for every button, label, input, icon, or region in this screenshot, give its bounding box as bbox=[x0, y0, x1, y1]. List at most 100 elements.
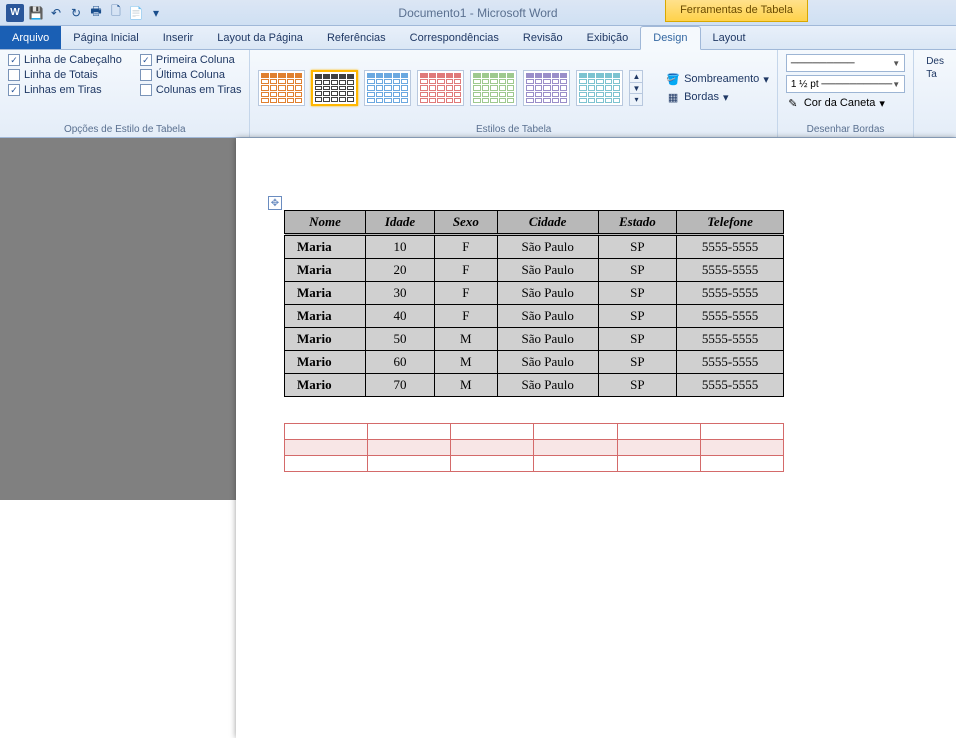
table-cell[interactable]: São Paulo bbox=[497, 374, 598, 397]
table-cell[interactable]: Mario bbox=[285, 351, 366, 374]
table-cell[interactable]: SP bbox=[598, 374, 676, 397]
shading-button[interactable]: 🪣Sombreamento ▾ bbox=[666, 72, 769, 86]
table-style-thumb-0[interactable] bbox=[258, 70, 305, 106]
table-cell[interactable] bbox=[368, 440, 451, 456]
table-cell[interactable]: 70 bbox=[366, 374, 435, 397]
table-cell[interactable]: SP bbox=[598, 259, 676, 282]
chk-total-row[interactable]: Linha de Totais bbox=[8, 69, 122, 81]
table-cell[interactable]: SP bbox=[598, 235, 676, 259]
table-row[interactable] bbox=[285, 440, 784, 456]
table-cell[interactable] bbox=[285, 424, 368, 440]
table-stub[interactable]: Ta bbox=[926, 69, 944, 80]
table-cell[interactable]: São Paulo bbox=[497, 328, 598, 351]
table-cell[interactable]: 30 bbox=[366, 282, 435, 305]
table-cell[interactable] bbox=[368, 456, 451, 472]
table-cell[interactable]: 40 bbox=[366, 305, 435, 328]
table-cell[interactable] bbox=[451, 424, 534, 440]
table-style-thumb-6[interactable] bbox=[576, 70, 623, 106]
table-header[interactable]: Idade bbox=[366, 211, 435, 235]
table-row[interactable] bbox=[285, 424, 784, 440]
table-header[interactable]: Cidade bbox=[497, 211, 598, 235]
table-cell[interactable] bbox=[285, 456, 368, 472]
table-cell[interactable]: Maria bbox=[285, 305, 366, 328]
empty-table[interactable] bbox=[284, 423, 784, 472]
table-cell[interactable] bbox=[700, 440, 783, 456]
table-cell[interactable]: M bbox=[435, 351, 498, 374]
borders-button[interactable]: ▦Bordas ▾ bbox=[666, 90, 769, 104]
table-row[interactable]: Mario70MSão PauloSP5555-5555 bbox=[285, 374, 784, 397]
table-row[interactable]: Mario60MSão PauloSP5555-5555 bbox=[285, 351, 784, 374]
table-cell[interactable]: São Paulo bbox=[497, 351, 598, 374]
tab-page-layout[interactable]: Layout da Página bbox=[205, 26, 315, 49]
tab-references[interactable]: Referências bbox=[315, 26, 398, 49]
table-cell[interactable]: 5555-5555 bbox=[677, 282, 784, 305]
table-cell[interactable]: SP bbox=[598, 282, 676, 305]
print-icon[interactable]: 🖶 bbox=[88, 5, 104, 21]
table-style-thumb-2[interactable] bbox=[364, 70, 411, 106]
tab-view[interactable]: Exibição bbox=[575, 26, 641, 49]
table-cell[interactable]: 5555-5555 bbox=[677, 374, 784, 397]
table-cell[interactable] bbox=[451, 440, 534, 456]
table-cell[interactable]: 20 bbox=[366, 259, 435, 282]
table-cell[interactable]: SP bbox=[598, 305, 676, 328]
table-cell[interactable]: SP bbox=[598, 351, 676, 374]
tab-design[interactable]: Design bbox=[640, 26, 700, 50]
table-cell[interactable]: Maria bbox=[285, 259, 366, 282]
table-cell[interactable]: 5555-5555 bbox=[677, 328, 784, 351]
table-cell[interactable] bbox=[617, 456, 700, 472]
chk-banded-rows[interactable]: ✓Linhas em Tiras bbox=[8, 84, 122, 96]
table-cell[interactable] bbox=[451, 456, 534, 472]
table-cell[interactable]: 50 bbox=[366, 328, 435, 351]
table-cell[interactable] bbox=[368, 424, 451, 440]
line-weight-combo[interactable]: 1 ½ pt ──────────▼ bbox=[786, 75, 905, 93]
table-cell[interactable] bbox=[617, 440, 700, 456]
table-cell[interactable]: F bbox=[435, 235, 498, 259]
table-row[interactable]: Maria20FSão PauloSP5555-5555 bbox=[285, 259, 784, 282]
table-cell[interactable]: 5555-5555 bbox=[677, 351, 784, 374]
table-cell[interactable]: SP bbox=[598, 328, 676, 351]
table-header[interactable]: Sexo bbox=[435, 211, 498, 235]
new-doc-icon[interactable]: 📄 bbox=[128, 5, 144, 21]
table-cell[interactable] bbox=[534, 424, 617, 440]
tab-file[interactable]: Arquivo bbox=[0, 26, 61, 49]
table-cell[interactable]: F bbox=[435, 282, 498, 305]
line-style-combo[interactable]: ─────────▼ bbox=[786, 54, 905, 72]
table-cell[interactable]: M bbox=[435, 328, 498, 351]
table-move-handle[interactable]: ✥ bbox=[268, 196, 282, 210]
table-cell[interactable]: São Paulo bbox=[497, 305, 598, 328]
table-header[interactable]: Telefone bbox=[677, 211, 784, 235]
table-cell[interactable]: Maria bbox=[285, 235, 366, 259]
table-row[interactable] bbox=[285, 456, 784, 472]
print-preview-icon[interactable]: 🗋 bbox=[108, 5, 124, 21]
table-cell[interactable] bbox=[617, 424, 700, 440]
chk-last-col[interactable]: Última Coluna bbox=[140, 69, 242, 81]
undo-icon[interactable]: ↶ bbox=[48, 5, 64, 21]
table-cell[interactable]: 5555-5555 bbox=[677, 259, 784, 282]
save-icon[interactable]: 💾 bbox=[28, 5, 44, 21]
table-cell[interactable]: São Paulo bbox=[497, 235, 598, 259]
chk-first-col[interactable]: ✓Primeira Coluna bbox=[140, 54, 242, 66]
table-cell[interactable] bbox=[700, 424, 783, 440]
table-cell[interactable]: São Paulo bbox=[497, 282, 598, 305]
draw-table-stub[interactable]: Des bbox=[926, 56, 944, 67]
table-cell[interactable]: F bbox=[435, 259, 498, 282]
qat-more-icon[interactable]: ▾ bbox=[148, 5, 164, 21]
table-header[interactable]: Nome bbox=[285, 211, 366, 235]
tab-mailings[interactable]: Correspondências bbox=[398, 26, 511, 49]
table-cell[interactable] bbox=[700, 456, 783, 472]
redo-icon[interactable]: ↻ bbox=[68, 5, 84, 21]
table-style-thumb-1[interactable] bbox=[311, 70, 358, 106]
table-header[interactable]: Estado bbox=[598, 211, 676, 235]
table-cell[interactable]: Mario bbox=[285, 374, 366, 397]
table-cell[interactable]: M bbox=[435, 374, 498, 397]
gallery-scroll[interactable]: ▲▼▾ bbox=[629, 70, 643, 106]
table-cell[interactable]: 60 bbox=[366, 351, 435, 374]
tab-insert[interactable]: Inserir bbox=[151, 26, 206, 49]
table-cell[interactable]: Mario bbox=[285, 328, 366, 351]
gallery-more-icon[interactable]: ▾ bbox=[630, 94, 642, 105]
tab-home[interactable]: Página Inicial bbox=[61, 26, 150, 49]
table-cell[interactable] bbox=[534, 456, 617, 472]
gallery-down-icon[interactable]: ▼ bbox=[630, 83, 642, 95]
table-cell[interactable]: São Paulo bbox=[497, 259, 598, 282]
tab-layout[interactable]: Layout bbox=[701, 26, 758, 49]
